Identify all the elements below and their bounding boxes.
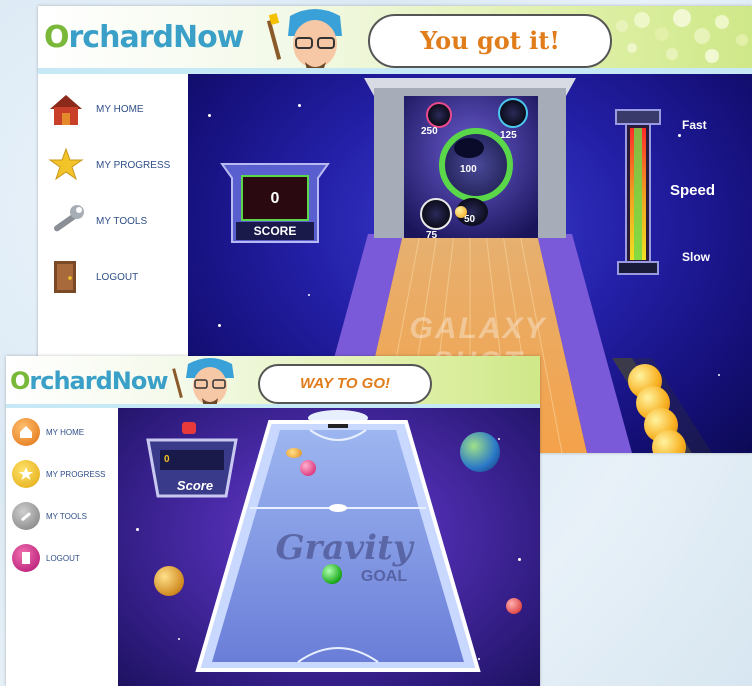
nav-my-progress[interactable]: MY PROGRESS [38,140,188,190]
wrench-icon [12,502,40,530]
nav-label: LOGOUT [46,553,80,563]
decorative-dots [616,9,748,63]
nav-my-home[interactable]: MY HOME [6,412,118,452]
header: OrchardNow You got it! [38,6,752,74]
nav-logout[interactable]: LOGOUT [38,252,188,302]
speed-label: Speed [670,182,716,199]
mascot-avatar [266,9,342,74]
house-icon [12,418,40,446]
planet-icon [154,566,184,596]
nav-label: MY TOOLS [96,215,148,227]
bowling-ball [455,206,467,218]
puck [300,460,316,476]
game-title-line2: GOAL [360,568,408,585]
target-hole [498,98,528,128]
nav-my-progress[interactable]: MY PROGRESS [6,454,118,494]
mascot-avatar [172,358,234,408]
wrench-icon [53,205,84,232]
score-value: 0 [164,454,170,465]
star-icon [48,147,84,181]
score-label: SCORE [253,224,297,238]
door-icon [54,261,76,293]
nav-label: MY PROGRESS [96,159,171,171]
door-icon [12,544,40,572]
house-icon [50,95,82,125]
opponent-paddle [286,448,302,458]
speed-meter [615,109,661,275]
target-hole [454,138,484,158]
nav-logout[interactable]: LOGOUT [6,538,118,578]
nav-label: MY TOOLS [46,511,87,521]
header: OrchardNow WAY TO GO! [6,356,540,408]
target-hole [426,102,452,128]
speech-bubble: WAY TO GO! [258,364,432,404]
orchardnow-airhockey-screen: OrchardNow WAY TO GO! MY HOME MY PROGRES… [6,356,540,686]
game-title-line1: Gravity [275,528,413,568]
nav-my-home[interactable]: MY HOME [38,84,188,134]
nav-label: MY HOME [46,427,85,437]
star-icon [12,460,40,488]
gravity-goal-game[interactable]: 0 Score Gravity GOAL [118,408,540,686]
sidebar: MY HOME MY PROGRESS MY TOOLS LOGOUT [6,408,118,686]
nav-label: MY HOME [96,103,144,115]
speed-slow-label: Slow [682,250,711,264]
nav-my-tools[interactable]: MY TOOLS [6,496,118,536]
player-paddle[interactable] [322,564,342,584]
nav-my-tools[interactable]: MY TOOLS [38,196,188,246]
nav-label: MY PROGRESS [46,469,106,479]
orchardnow-logo[interactable]: OrchardNow [44,20,244,55]
target-value: 75 [426,230,438,241]
orchardnow-logo[interactable]: OrchardNow [10,367,169,395]
speed-fast-label: Fast [682,118,707,132]
planet-icon [506,598,522,614]
target-hole [420,198,452,230]
target-value: 100 [460,164,477,175]
score-value: 0 [270,190,280,207]
nav-label: LOGOUT [96,271,139,283]
speech-bubble: You got it! [368,14,612,68]
target-value: 250 [421,126,438,137]
